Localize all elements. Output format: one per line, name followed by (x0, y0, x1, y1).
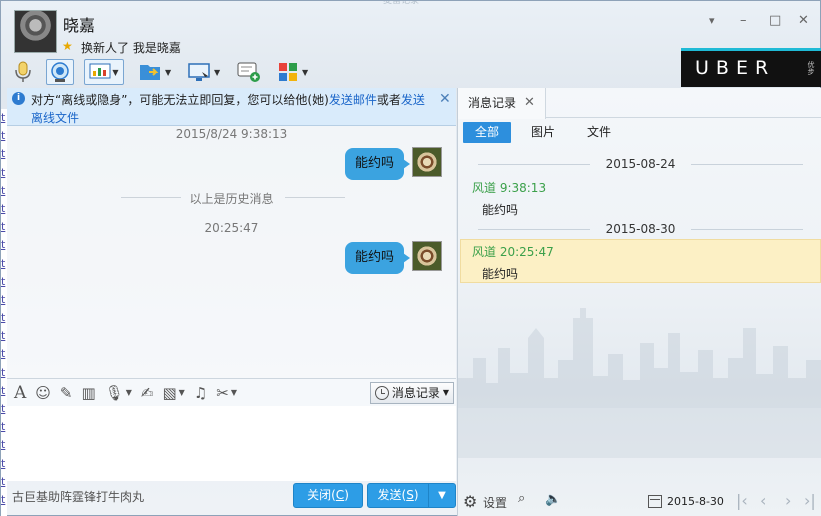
apps-button[interactable]: ▼ (275, 58, 308, 86)
microphone-icon[interactable] (10, 59, 36, 85)
message-history-button[interactable]: 消息记录 ▼ (369, 382, 454, 404)
history-divider-label: 以上是历史消息 (189, 192, 274, 206)
send-button-paren: ) (413, 488, 419, 502)
uber-ad-banner[interactable]: UBER 优步 (681, 48, 821, 87)
close-button-paren: ) (344, 488, 349, 502)
contact-signature: 换新人了 我是晓嘉 (81, 41, 181, 55)
send-button-key: S (406, 488, 414, 502)
remote-desktop-button[interactable]: ▼ (187, 58, 220, 86)
video-camera-icon[interactable] (46, 59, 74, 85)
menu-dropdown-icon[interactable]: ▾ (709, 14, 715, 27)
notice-text: 对方“离线或隐身”，可能无法立即回复，您可以给他(她)发送邮件或者发送离线文件 (31, 91, 431, 127)
offline-notice: i 对方“离线或隐身”，可能无法立即回复，您可以给他(她)发送邮件或者发送离线文… (7, 88, 456, 126)
search-icon[interactable]: ⌕ (518, 491, 525, 506)
message-history-label: 消息记录 (391, 386, 440, 400)
filter-all[interactable]: 全部 (463, 122, 512, 143)
uber-tag: 优步 (807, 61, 815, 75)
settings-label[interactable]: 设置 (483, 494, 507, 511)
message-timestamp: 2015/8/24 9:38:13 (175, 127, 288, 141)
edit-icon[interactable]: ✍ (141, 384, 154, 402)
next-page-icon[interactable]: › (785, 491, 791, 510)
tab-label: 消息记录 (468, 96, 517, 110)
star-icon: ★ (62, 39, 73, 53)
title-hint: 麦留记录 (382, 1, 419, 6)
chevron-down-icon: ▼ (442, 388, 449, 397)
close-tab-icon[interactable]: ✕ (524, 88, 535, 119)
notice-text-before: 对方“离线或隐身”，可能无法立即回复，您可以给他(她) (31, 93, 329, 107)
group-chat-icon[interactable] (236, 59, 262, 85)
message-bubble[interactable]: 能约吗 (345, 242, 411, 274)
history-sender-time: 风道 9:38:13 (472, 181, 547, 195)
ad-accent-line (681, 48, 821, 51)
main-toolbar: ▼ (10, 58, 124, 86)
history-tab-header: 消息记录 ✕ (458, 88, 821, 119)
contact-name: 晓嘉 (63, 16, 96, 35)
user-avatar[interactable] (412, 241, 442, 271)
prev-page-icon[interactable]: ‹ (760, 491, 766, 510)
magic-wand-icon[interactable]: ✎ (60, 384, 73, 402)
maximize-icon[interactable]: □ (769, 13, 781, 28)
history-footer: ⚙ 设置 ⌕ 🔈 2015-8-30 |‹ ‹ › ›| (458, 487, 821, 516)
message-history-panel: 消息记录 ✕ 全部 图片 文件 2015-08-24 风道 9:38:13 能约… (457, 88, 821, 516)
font-icon[interactable]: A (14, 383, 26, 403)
send-button[interactable]: 发送(S) (367, 483, 429, 508)
user-avatar[interactable] (412, 147, 442, 177)
speaker-icon[interactable]: 🔈 (545, 492, 561, 507)
history-date-value[interactable]: 2015-8-30 (667, 495, 724, 508)
image-icon[interactable]: ▧ ▼ (162, 384, 184, 402)
history-sender-time: 风道 20:25:47 (472, 245, 554, 259)
send-options-dropdown[interactable]: ▼ (428, 483, 456, 508)
file-transfer-icon[interactable] (138, 59, 164, 85)
filter-images[interactable]: 图片 (519, 122, 567, 143)
history-message[interactable]: 能约吗 (482, 201, 518, 218)
date-divider-line (691, 164, 803, 165)
first-page-icon[interactable]: |‹ (736, 491, 748, 510)
tab-message-history[interactable]: 消息记录 ✕ (458, 88, 546, 119)
send-button-label: 发送( (377, 488, 407, 502)
date-divider-line (691, 229, 803, 230)
city-skyline-background (458, 308, 821, 458)
message-timestamp: 20:25:47 (204, 221, 259, 235)
last-page-icon[interactable]: ›| (804, 491, 816, 510)
scissors-icon[interactable]: ✂ ▼ (216, 384, 237, 402)
calendar-icon[interactable] (648, 495, 662, 508)
emoji-icon[interactable]: ☺ (35, 384, 51, 402)
close-button-label: 关闭( (307, 488, 336, 502)
message-bubble[interactable]: 能约吗 (345, 148, 411, 180)
close-button-key: C (335, 488, 345, 502)
remote-desktop-icon[interactable] (187, 59, 213, 85)
music-icon[interactable]: ♫ (194, 384, 207, 402)
gear-icon[interactable]: ⚙ (463, 492, 477, 511)
voice-message-icon[interactable]: 🎙 ▼ (105, 384, 132, 402)
send-email-link[interactable]: 发送邮件 (329, 93, 377, 107)
history-message[interactable]: 能约吗 (482, 265, 518, 282)
file-transfer-button[interactable]: ▼ (138, 58, 171, 86)
input-toolbar: A ☺ ✎ ▥ 🎙 ▼ ✍ ▧ ▼ ♫ ✂ ▼ 消息记录 ▼ (7, 378, 456, 406)
clock-icon (374, 386, 389, 400)
apps-icon[interactable] (275, 59, 301, 85)
message-input[interactable] (7, 406, 456, 481)
info-icon: i (12, 92, 25, 105)
divider-line (285, 197, 345, 198)
contact-avatar[interactable] (14, 10, 57, 53)
shake-window-icon[interactable]: ▥ (82, 384, 96, 402)
footer-ad-link[interactable]: 古巨基助阵霆锋打牛肉丸 (12, 488, 144, 505)
chat-message-area[interactable]: 2015/8/24 9:38:13 能约吗 以上是历史消息 20:25:47 能… (7, 126, 456, 378)
chat-window: 麦留记录 晓嘉 ★ 换新人了 我是晓嘉 ▾ – □ ✕ ▼ ▼ ▼ ▼ UBER… (0, 0, 821, 516)
filter-files[interactable]: 文件 (575, 122, 623, 143)
group-chat-button[interactable] (236, 58, 262, 86)
close-icon[interactable]: ✕ (798, 13, 809, 28)
uber-brand: UBER (695, 57, 776, 79)
close-button[interactable]: 关闭(C) (293, 483, 363, 508)
minimize-icon[interactable]: – (740, 13, 747, 28)
notice-text-middle: 或者 (376, 93, 401, 107)
close-notice-icon[interactable]: ✕ (439, 91, 451, 107)
screen-share-icon[interactable]: ▼ (84, 59, 124, 85)
